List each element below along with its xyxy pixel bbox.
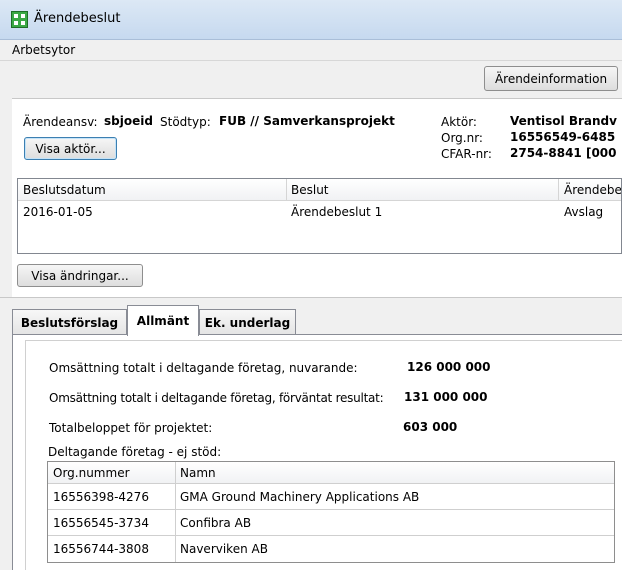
menu-item-arbetsytor[interactable]: Arbetsytor [12, 43, 75, 57]
title-bar: Ärendebeslut [0, 0, 622, 40]
table-row[interactable]: 2016-01-05 Ärendebeslut 1 Avslag [18, 202, 621, 222]
turnover-current-value: 126 000 000 [407, 360, 491, 374]
tab-strip: Beslutsförslag Allmänt Ek. underlag [12, 305, 622, 336]
column-header-decision[interactable]: Beslut [291, 183, 329, 197]
column-header-org-number[interactable]: Org.nummer [48, 462, 175, 483]
owner-label: Ärendeansv: [23, 115, 98, 129]
decision-date-cell: 2016-01-05 [23, 205, 93, 219]
window-title: Ärendebeslut [34, 11, 121, 26]
total-amount-label: Totalbeloppet för projektet: [49, 421, 213, 435]
org-number-cell: 16556744-3808 [53, 542, 149, 556]
support-type-value: FUB // Samverkansprojekt [219, 114, 395, 128]
company-name-cell: GMA Ground Machinery Applications AB [180, 489, 420, 504]
case-info-button[interactable]: Ärendeinformation [484, 66, 618, 91]
turnover-current-label: Omsättning totalt i deltagande företag, … [49, 361, 358, 375]
tab-ek-underlag[interactable]: Ek. underlag [199, 309, 296, 335]
tab-beslutsforslag[interactable]: Beslutsförslag [12, 309, 127, 335]
actor-label: Aktör: [441, 115, 477, 129]
show-actor-button[interactable]: Visa aktör... [24, 137, 117, 160]
turnover-expected-value: 131 000 000 [404, 390, 488, 404]
table-row[interactable]: 16556545-3734 Confibra AB [48, 510, 614, 536]
company-name-cell: Confibra AB [180, 515, 252, 530]
total-amount-value: 603 000 [403, 420, 458, 434]
decision-name-cell: Ärendebeslut 1 [291, 205, 383, 219]
table-row[interactable]: 16556744-3808 Naverviken AB [48, 536, 614, 562]
turnover-expected-label: Omsättning totalt i deltagande företag, … [49, 391, 384, 405]
cfar-value: 2754-8841 [000 [510, 146, 617, 160]
companies-table-header: Org.nummer Namn [48, 462, 614, 484]
decision-result-cell: Avslag [564, 205, 604, 219]
companies-table[interactable]: Org.nummer Namn 16556398-4276 GMA Ground… [47, 461, 615, 563]
org-number-label: Org.nr: [441, 131, 483, 145]
divider [0, 297, 622, 298]
column-header-case-decision[interactable]: Ärendebe [564, 183, 621, 197]
actor-value: Ventisol Brandv [510, 114, 617, 128]
column-header-name[interactable]: Namn [175, 462, 615, 483]
org-number-cell: 16556398-4276 [53, 489, 149, 504]
support-type-label: Stödtyp: [160, 115, 211, 129]
menu-bar: Arbetsytor [0, 40, 622, 61]
org-number-value: 16556549-6485 [510, 130, 616, 144]
tab-allmant[interactable]: Allmänt [127, 305, 199, 336]
app-grid-icon [11, 11, 28, 28]
column-header-date[interactable]: Beslutsdatum [23, 183, 106, 197]
table-row[interactable]: 16556398-4276 GMA Ground Machinery Appli… [48, 484, 614, 510]
companies-label: Deltagande företag - ej stöd: [48, 445, 222, 459]
decisions-grid-header: Beslutsdatum Beslut Ärendebe [18, 179, 621, 201]
decisions-grid[interactable]: Beslutsdatum Beslut Ärendebe 2016-01-05 … [17, 178, 622, 254]
show-changes-button[interactable]: Visa ändringar... [17, 264, 143, 287]
owner-value: sbjoeid [104, 114, 153, 128]
company-name-cell: Naverviken AB [180, 542, 268, 556]
cfar-label: CFAR-nr: [441, 147, 492, 161]
org-number-cell: 16556545-3734 [53, 515, 149, 530]
